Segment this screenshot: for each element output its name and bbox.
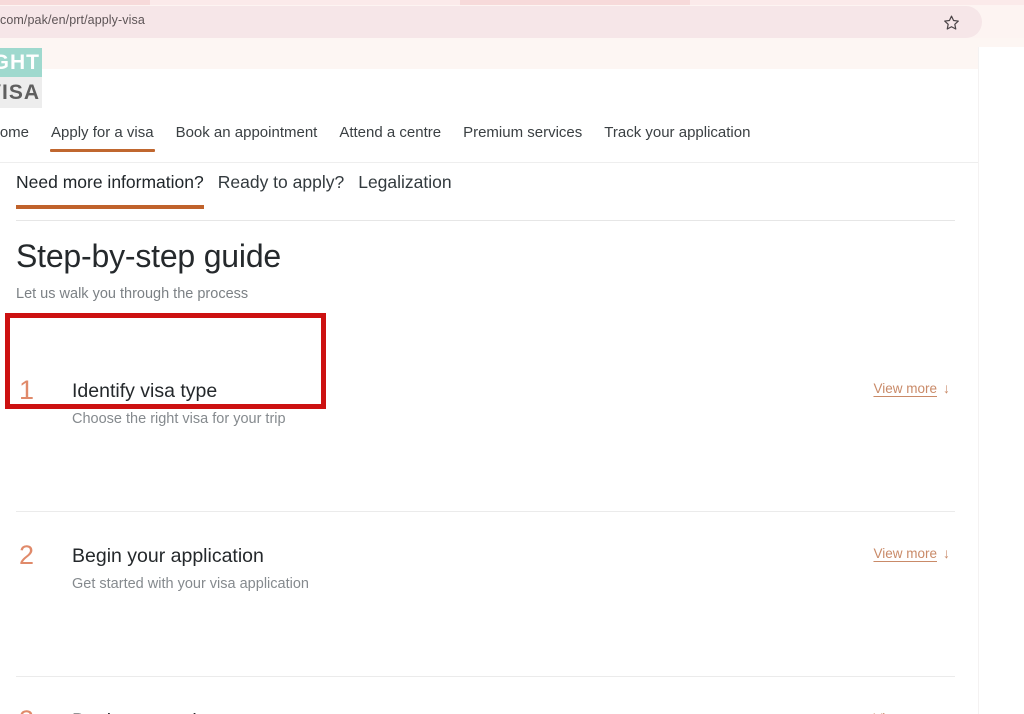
nav-item-book-an-appointment[interactable]: Book an appointment: [165, 119, 329, 163]
nav-item-label: Apply for a visa: [51, 124, 154, 141]
step-description: Get started with your visa application: [72, 576, 309, 592]
step-text-block: Identify visa type Choose the right visa…: [72, 378, 286, 429]
nav-item-label: Attend a centre: [339, 124, 442, 141]
nav-item-home[interactable]: Home: [0, 119, 40, 163]
step-title: Identify visa type: [72, 380, 218, 402]
logo-bottom-text: VISA: [0, 80, 40, 104]
tab-legalization[interactable]: Legalization: [358, 172, 451, 209]
nav-item-label: Home: [0, 124, 30, 141]
header-accent-band: [0, 47, 978, 69]
arrow-down-icon: ↓: [943, 710, 950, 714]
step-number: 3: [19, 707, 34, 714]
screenshot-root: com/pak/en/prt/apply-visa GHT VISA: [0, 0, 1024, 714]
step-title: Book an appointment: [72, 708, 459, 714]
page-subtitle: Let us walk you through the process: [16, 286, 249, 302]
star-icon[interactable]: [941, 12, 961, 32]
secondary-tabs-rule: [16, 220, 955, 221]
nav-item-label: Book an appointment: [175, 124, 318, 141]
step-text-block: Book an appointment Choose a Visa Applic…: [72, 708, 459, 714]
main-navigation: Home Apply for a visa Book an appointmen…: [0, 119, 978, 163]
tab-label: Legalization: [358, 172, 452, 192]
page-title: Step-by-step guide: [16, 238, 282, 274]
address-bar[interactable]: com/pak/en/prt/apply-visa: [0, 6, 982, 38]
steps-list: 1 Identify visa type Choose the right vi…: [16, 347, 955, 714]
step-description: Choose the right visa for your trip: [72, 411, 286, 427]
site-logo[interactable]: GHT VISA: [0, 48, 42, 108]
nav-item-apply-for-a-visa[interactable]: Apply for a visa: [40, 119, 165, 163]
view-more-link-2[interactable]: View more ↓: [873, 545, 950, 561]
logo-top-text: GHT: [0, 50, 40, 74]
nav-item-attend-a-centre[interactable]: Attend a centre: [328, 119, 452, 163]
view-more-link-1[interactable]: View more ↓: [873, 380, 950, 396]
view-more-label: View more: [873, 381, 937, 396]
tab-need-more-information[interactable]: Need more information?: [16, 172, 204, 209]
nav-item-track-your-application[interactable]: Track your application: [593, 119, 761, 163]
nav-item-premium-services[interactable]: Premium services: [452, 119, 593, 163]
tab-label: Need more information?: [16, 172, 204, 192]
logo-bottom-block: VISA: [0, 77, 42, 108]
tab-ready-to-apply[interactable]: Ready to apply?: [218, 172, 344, 209]
step-title: Begin your application: [72, 545, 264, 567]
browser-tab-a[interactable]: [0, 0, 150, 5]
page-right-gutter: [978, 47, 1024, 714]
view-more-link-3[interactable]: View more↓: [873, 710, 950, 714]
step-number: 2: [19, 540, 35, 570]
step-item-3[interactable]: 3 Book an appointment Choose a Visa Appl…: [16, 677, 955, 714]
step-text-block: Begin your application Get started with …: [72, 543, 309, 594]
browser-chrome: com/pak/en/prt/apply-visa: [0, 0, 1024, 47]
address-bar-url: com/pak/en/prt/apply-visa: [0, 13, 145, 27]
tab-label: Ready to apply?: [217, 172, 345, 192]
nav-item-label: Premium services: [463, 124, 583, 141]
secondary-tabs: Need more information? Ready to apply? L…: [16, 172, 955, 222]
arrow-down-icon: ↓: [943, 380, 950, 396]
step-number: 1: [19, 375, 35, 405]
nav-item-label: Track your application: [604, 124, 751, 141]
browser-tab-strip: [0, 0, 1024, 5]
site-header: GHT VISA: [0, 47, 978, 117]
chrome-bottom-edge: [0, 38, 1024, 47]
page-title-block: Step-by-step guide Let us walk you throu…: [16, 235, 616, 302]
browser-tab-b[interactable]: [460, 0, 690, 5]
arrow-down-icon: ↓: [943, 545, 950, 561]
step-item-2[interactable]: 2 Begin your application Get started wit…: [16, 512, 955, 677]
page-content: GHT VISA Home Apply for a visa Book an a…: [0, 47, 978, 714]
view-more-label: View more: [873, 546, 937, 561]
logo-top-block: GHT: [0, 48, 42, 77]
step-item-1[interactable]: 1 Identify visa type Choose the right vi…: [16, 347, 955, 512]
